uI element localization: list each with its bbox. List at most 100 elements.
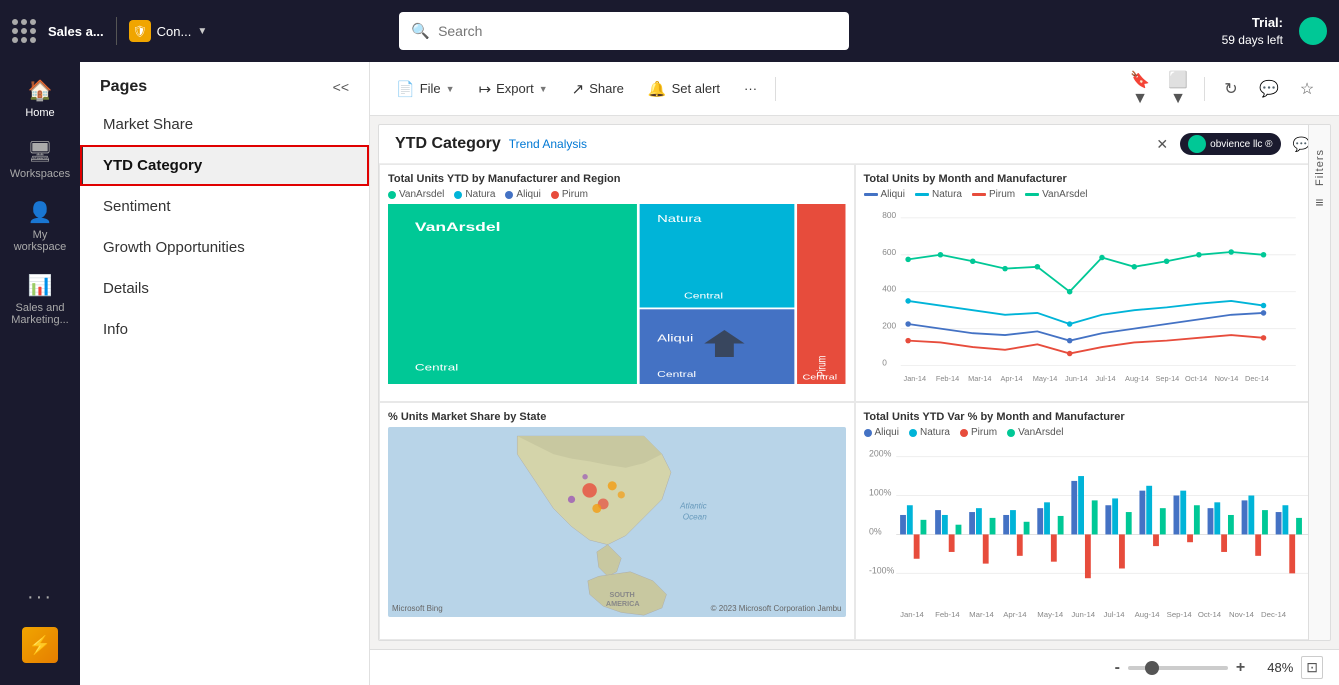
legend2-pirum: Pirum xyxy=(972,189,1015,200)
pages-collapse-button[interactable]: << xyxy=(333,79,349,95)
svg-text:Aug-14: Aug-14 xyxy=(1125,374,1149,383)
bookmark-button[interactable]: 🔖 ▼ xyxy=(1124,73,1156,105)
file-button[interactable]: 📄 File ▼ xyxy=(386,74,465,104)
page-item-info[interactable]: Info xyxy=(80,309,369,350)
chart1-title: Total Units YTD by Manufacturer and Regi… xyxy=(388,173,846,185)
page-item-market-share[interactable]: Market Share xyxy=(80,104,369,145)
search-bar[interactable]: 🔍 xyxy=(399,12,849,50)
legend4-natura: Natura xyxy=(909,427,950,438)
comment-button[interactable]: 💬 xyxy=(1253,73,1285,105)
nav-my-workspace[interactable]: 👤 My workspace xyxy=(8,192,72,261)
share-icon: ↗ xyxy=(572,80,585,98)
chart-map[interactable]: % Units Market Share by State xyxy=(379,402,855,640)
zoom-slider[interactable] xyxy=(1128,666,1228,670)
workspace-switcher[interactable]: 🛡 Con... ▼ xyxy=(129,20,208,42)
svg-text:Mar-14: Mar-14 xyxy=(969,610,994,619)
report-header-right: ✕ obvience llc ® 💬 xyxy=(1152,133,1314,155)
fit-page-button[interactable]: ⊡ xyxy=(1301,656,1323,679)
filters-label[interactable]: Filters xyxy=(1314,149,1326,186)
chart-line[interactable]: Total Units by Month and Manufacturer Al… xyxy=(855,164,1331,402)
nav-powerbi[interactable]: ⚡ xyxy=(8,613,72,677)
report-canvas: YTD Category Trend Analysis ✕ obvience l… xyxy=(378,124,1331,641)
svg-text:Central: Central xyxy=(802,373,837,381)
map-svg: Atlantic Ocean SOUTH AMERICA xyxy=(388,427,846,617)
line-chart-svg: 800 600 400 200 0 Jan-14 Feb-14 Mar-14 A… xyxy=(864,204,1322,384)
topbar-right: Trial: 59 days left xyxy=(1222,14,1327,49)
bell-icon: 🔔 xyxy=(648,80,667,98)
nav-my-workspace-label: My workspace xyxy=(12,229,68,253)
toolbar-separator2 xyxy=(1204,77,1205,101)
chart4-legend: Aliqui Natura Pirum VanArsdel xyxy=(864,427,1322,438)
legend4-vanarsdel: VanArsdel xyxy=(1007,427,1063,438)
page-item-growth-opportunities[interactable]: Growth Opportunities xyxy=(80,227,369,268)
svg-text:Natura: Natura xyxy=(657,213,701,224)
svg-text:100%: 100% xyxy=(868,488,891,498)
refresh-button[interactable]: ↻ xyxy=(1215,73,1247,105)
toolbar-right: 🔖 ▼ ⬜ ▼ ↻ 💬 ☆ xyxy=(1124,73,1323,105)
bar-chart-svg: 200% 100% 0% -100% Jan-14 xyxy=(864,442,1322,622)
report-title: YTD Category xyxy=(395,135,501,153)
svg-text:400: 400 xyxy=(882,284,896,294)
legend4-aliqui: Aliqui xyxy=(864,427,899,438)
nav-home[interactable]: 🏠 Home xyxy=(8,70,72,127)
pages-sidebar: Pages << Market Share YTD Category Senti… xyxy=(80,62,370,685)
charts-grid: Total Units YTD by Manufacturer and Regi… xyxy=(379,164,1330,640)
topbar: Sales a... 🛡 Con... ▼ 🔍 Trial: 59 days l… xyxy=(0,0,1339,62)
view-button[interactable]: ⬜ ▼ xyxy=(1162,73,1194,105)
search-input[interactable] xyxy=(438,23,837,39)
chart2-legend: Aliqui Natura Pirum VanArsdel xyxy=(864,189,1322,200)
toolbar-separator xyxy=(775,77,776,101)
chart-treemap[interactable]: Total Units YTD by Manufacturer and Regi… xyxy=(379,164,855,402)
zoom-minus-button[interactable]: - xyxy=(1115,659,1120,677)
file-chevron-icon: ▼ xyxy=(446,84,455,94)
svg-text:Apr-14: Apr-14 xyxy=(1003,610,1027,619)
report-area: YTD Category Trend Analysis ✕ obvience l… xyxy=(370,116,1339,649)
zoom-percentage: 48% xyxy=(1253,660,1293,675)
map-watermark: Microsoft Bing xyxy=(392,604,443,613)
nav-more-dots[interactable]: ··· xyxy=(27,586,53,609)
svg-text:May-14: May-14 xyxy=(1037,610,1064,619)
topbar-divider xyxy=(116,17,117,45)
legend-vanarsdel: VanArsdel xyxy=(388,189,444,200)
filter-lines-icon: ≡ xyxy=(1315,194,1323,210)
left-nav: 🏠 Home 🖥 Workspaces 👤 My workspace 📊 Sal… xyxy=(0,62,80,685)
page-item-details[interactable]: Details xyxy=(80,268,369,309)
trial-info: Trial: 59 days left xyxy=(1222,14,1283,49)
report-subtitle: Trend Analysis xyxy=(509,137,587,151)
user-avatar[interactable] xyxy=(1299,17,1327,45)
set-alert-button[interactable]: 🔔 Set alert xyxy=(638,74,730,104)
page-item-sentiment[interactable]: Sentiment xyxy=(80,186,369,227)
filters-panel[interactable]: Filters ≡ xyxy=(1308,125,1330,640)
page-item-ytd-category[interactable]: YTD Category xyxy=(80,145,369,186)
nav-workspaces[interactable]: 🖥 Workspaces xyxy=(8,131,72,188)
bottom-bar: - + 48% ⊡ xyxy=(370,649,1339,685)
chart-bar[interactable]: Total Units YTD Var % by Month and Manuf… xyxy=(855,402,1331,640)
main-layout: 🏠 Home 🖥 Workspaces 👤 My workspace 📊 Sal… xyxy=(0,62,1339,685)
favorite-button[interactable]: ☆ xyxy=(1291,73,1323,105)
svg-text:Central: Central xyxy=(684,292,723,301)
export-button[interactable]: ↦ Export ▼ xyxy=(469,74,558,104)
svg-text:800: 800 xyxy=(882,210,896,220)
nav-app-label: Sales and Marketing... xyxy=(11,302,68,326)
file-icon: 📄 xyxy=(396,80,415,98)
svg-text:0%: 0% xyxy=(868,526,881,536)
apps-grid-icon[interactable] xyxy=(12,19,36,43)
svg-text:Oct-14: Oct-14 xyxy=(1185,374,1207,383)
nav-workspaces-label: Workspaces xyxy=(10,168,70,180)
legend2-aliqui: Aliqui xyxy=(864,189,905,200)
shield-icon: 🛡 xyxy=(129,20,151,42)
svg-text:Feb-14: Feb-14 xyxy=(935,374,958,383)
zoom-plus-button[interactable]: + xyxy=(1236,659,1245,677)
powerbi-icon: ⚡ xyxy=(22,627,58,663)
brand-badge: obvience llc ® xyxy=(1180,133,1280,155)
share-button[interactable]: ↗ Share xyxy=(562,74,634,104)
svg-text:Dec-14: Dec-14 xyxy=(1261,610,1287,619)
close-icon[interactable]: ✕ xyxy=(1152,134,1172,155)
pages-title: Pages xyxy=(100,78,147,96)
map-container: Atlantic Ocean SOUTH AMERICA Microsoft B… xyxy=(388,427,846,617)
svg-text:Sep-14: Sep-14 xyxy=(1166,610,1192,619)
more-options-button[interactable]: ··· xyxy=(734,75,767,102)
chart4-title: Total Units YTD Var % by Month and Manuf… xyxy=(864,411,1322,423)
main-content: 📄 File ▼ ↦ Export ▼ ↗ Share 🔔 Set alert … xyxy=(370,62,1339,685)
nav-app[interactable]: 📊 Sales and Marketing... xyxy=(8,265,72,334)
